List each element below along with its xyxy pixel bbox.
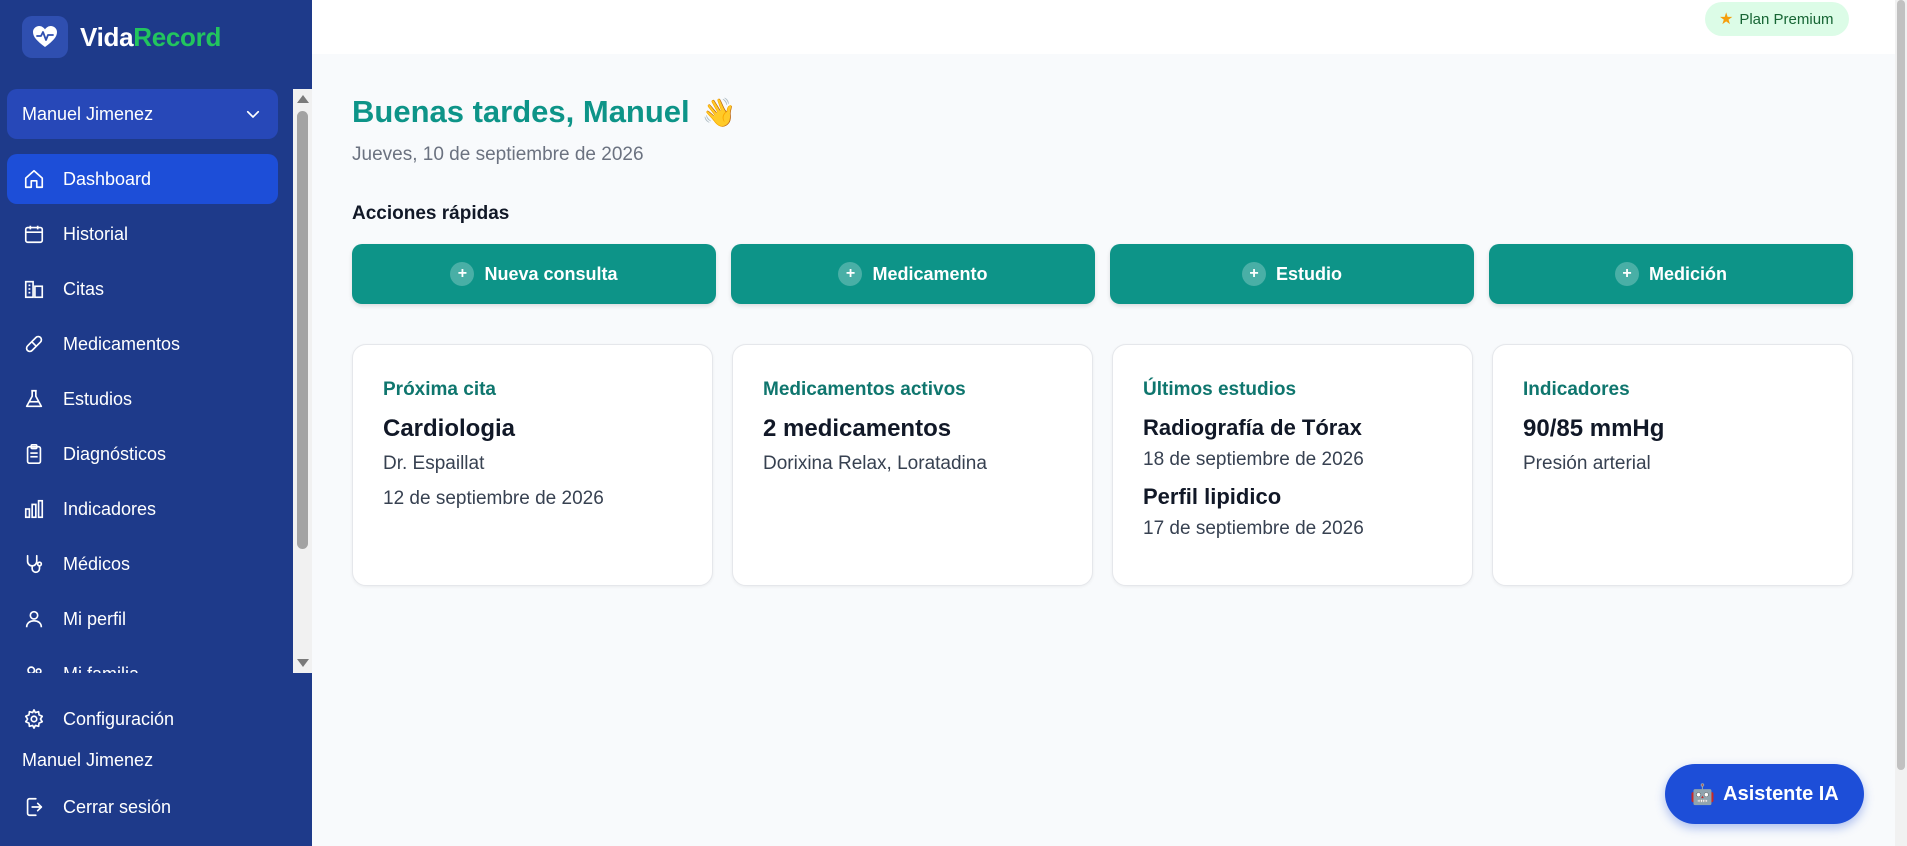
sidebar-item-estudios[interactable]: Estudios [7, 374, 278, 424]
greeting-text: Buenas tardes, Manuel [352, 94, 690, 129]
appointment-doctor: Dr. Espaillat [383, 453, 485, 474]
bar-chart-icon [24, 499, 44, 519]
sidebar-item-citas[interactable]: Citas [7, 264, 278, 314]
logout-button[interactable]: Cerrar sesión [23, 796, 171, 818]
sidebar-item-mi-perfil[interactable]: Mi perfil [7, 594, 278, 644]
user-select-label: Manuel Jimenez [22, 103, 154, 124]
sidebar-item-label: Historial [63, 223, 129, 244]
sidebar-item-label: Mi familia [63, 664, 139, 674]
action-label: Nueva consulta [484, 263, 618, 284]
ai-assistant-button[interactable]: 🤖 Asistente IA [1665, 764, 1864, 824]
add-measurement-button[interactable]: + Medición [1489, 244, 1853, 304]
logout-icon [26, 797, 43, 817]
quick-actions-title: Acciones rápidas [352, 203, 510, 224]
sidebar-item-historial[interactable]: Historial [7, 209, 278, 259]
appointment-specialty: Cardiologia [383, 415, 516, 442]
indicator-value: 90/85 mmHg [1523, 415, 1665, 442]
settings-label: Configuración [63, 708, 175, 729]
medications-names: Dorixina Relax, Loratadina [763, 453, 987, 474]
page-scrollbar-thumb[interactable] [1897, 0, 1905, 770]
sidebar-item-label: Citas [63, 278, 105, 299]
study-date: 18 de septiembre de 2026 [1143, 449, 1364, 470]
topbar [312, 0, 1895, 54]
add-medication-button[interactable]: + Medicamento [731, 244, 1095, 304]
premium-badge[interactable]: ★ Plan Premium [1705, 2, 1849, 36]
study-name: Perfil lipidico [1143, 484, 1282, 509]
clipboard-icon [26, 444, 42, 464]
current-user-name: Manuel Jimenez [22, 750, 154, 770]
heart-pulse-icon [22, 16, 68, 58]
card-title: Indicadores [1523, 379, 1630, 400]
user-icon [25, 610, 43, 628]
robot-icon: 🤖 [1690, 783, 1716, 806]
add-study-button[interactable]: + Estudio [1110, 244, 1474, 304]
sidebar-item-label: Dashboard [63, 168, 152, 189]
brand-name-part1: Vida [80, 21, 134, 52]
plus-icon: + [838, 262, 863, 286]
card-title: Últimos estudios [1143, 379, 1297, 400]
sidebar-scrollbar[interactable] [293, 89, 312, 673]
scrollbar-thumb[interactable] [297, 111, 308, 549]
sidebar-item-label: Mi perfil [63, 608, 127, 629]
premium-label: Plan Premium [1739, 10, 1834, 28]
action-label: Medición [1648, 263, 1727, 284]
settings-link[interactable]: Configuración [23, 708, 174, 730]
chevron-down-icon [246, 110, 260, 118]
sidebar-item-label: Médicos [63, 553, 131, 574]
flask-icon [25, 389, 43, 408]
new-consultation-button[interactable]: + Nueva consulta [352, 244, 716, 304]
quick-actions: + Nueva consulta + Medicamento + Estudio… [352, 244, 1853, 304]
home-icon [24, 169, 44, 189]
indicators-card[interactable]: Indicadores 90/85 mmHg Presión arterial [1492, 344, 1853, 586]
sidebar-item-mi-familia[interactable]: Mi familia [7, 649, 278, 673]
star-icon: ★ [1719, 11, 1734, 28]
waving-hand-icon: 👋 [701, 96, 737, 128]
medications-count: 2 medicamentos [763, 415, 952, 442]
sidebar: VidaRecord Manuel Jimenez Dashboard Hist… [0, 0, 312, 846]
plus-icon: + [1614, 262, 1639, 286]
current-date: Jueves, 10 de septiembre de 2026 [352, 144, 644, 165]
action-label: Estudio [1276, 263, 1342, 284]
ai-assistant-label: Asistente IA [1723, 782, 1839, 805]
sidebar-item-diagnosticos[interactable]: Diagnósticos [7, 429, 278, 479]
sidebar-footer: Configuración Manuel Jimenez Cerrar sesi… [0, 673, 312, 846]
page-scrollbar[interactable] [1895, 0, 1907, 846]
stethoscope-icon [26, 554, 43, 574]
gear-icon [24, 709, 44, 729]
next-appointment-card[interactable]: Próxima cita Cardiologia Dr. Espaillat 1… [352, 344, 713, 586]
study-date: 17 de septiembre de 2026 [1143, 518, 1364, 539]
brand-name-part2: Record [133, 21, 222, 52]
card-title: Medicamentos activos [763, 379, 966, 400]
sidebar-item-label: Indicadores [63, 498, 157, 519]
users-icon [27, 666, 42, 673]
appointment-date: 12 de septiembre de 2026 [383, 488, 604, 509]
sidebar-item-medicamentos[interactable]: Medicamentos [7, 319, 278, 369]
sidebar-item-label: Medicamentos [63, 333, 181, 354]
scroll-down-arrow[interactable] [297, 659, 309, 667]
indicator-label: Presión arterial [1523, 453, 1651, 474]
active-medications-card[interactable]: Medicamentos activos 2 medicamentos Dori… [732, 344, 1093, 586]
calendar-icon [24, 225, 44, 244]
plus-icon: + [1242, 262, 1266, 286]
pill-icon [25, 335, 43, 353]
scroll-up-arrow[interactable] [297, 95, 309, 103]
building-icon [24, 280, 44, 299]
summary-cards: Próxima cita Cardiologia Dr. Espaillat 1… [352, 344, 1853, 586]
sidebar-item-dashboard[interactable]: Dashboard [7, 154, 278, 204]
brand-name: VidaRecord [80, 22, 221, 53]
sidebar-item-indicadores[interactable]: Indicadores [7, 484, 278, 534]
action-label: Medicamento [872, 263, 988, 284]
study-name: Radiografía de Tórax [1143, 415, 1362, 440]
sidebar-nav: Dashboard Historial Citas Medicamentos E… [7, 154, 278, 673]
page-title: Buenas tardes, Manuel 👋 [352, 94, 737, 130]
sidebar-item-label: Estudios [63, 388, 133, 409]
user-select[interactable]: Manuel Jimenez [7, 89, 278, 139]
sidebar-item-medicos[interactable]: Médicos [7, 539, 278, 589]
card-title: Próxima cita [383, 379, 496, 400]
logout-label: Cerrar sesión [63, 796, 172, 817]
latest-studies-card[interactable]: Últimos estudios Radiografía de Tórax 18… [1112, 344, 1473, 586]
brand[interactable]: VidaRecord [22, 16, 221, 58]
sidebar-item-label: Diagnósticos [63, 443, 167, 464]
plus-icon: + [450, 262, 475, 286]
